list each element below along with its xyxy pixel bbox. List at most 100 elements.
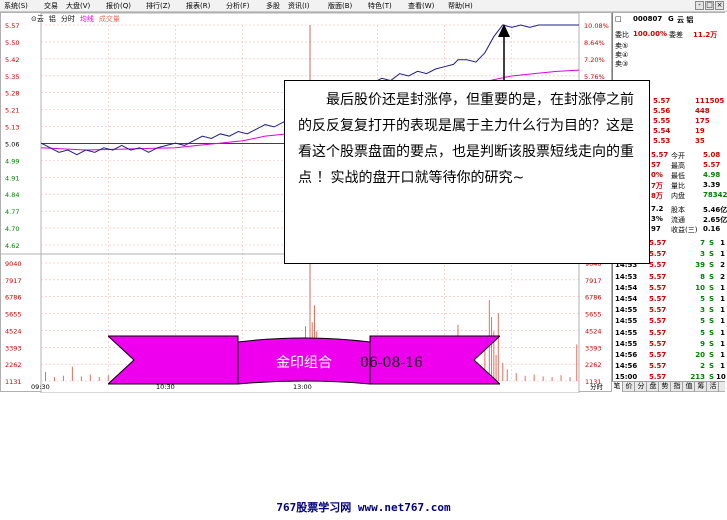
tick-side: S bbox=[709, 317, 715, 326]
tick-row: 14:56 5.57 20 S 1 bbox=[613, 351, 726, 360]
volume-tick-label: 2262 bbox=[5, 361, 22, 369]
tick-count: 1 bbox=[720, 295, 725, 303]
menu-item[interactable]: 查看(W) bbox=[408, 1, 434, 11]
tick-count: 1 bbox=[720, 362, 725, 371]
price-tick-label: 4.70 bbox=[5, 225, 19, 233]
quote-tab[interactable]: 势 bbox=[660, 382, 671, 392]
tick-volume: 9 bbox=[700, 339, 705, 348]
tick-volume: 2 bbox=[700, 362, 705, 371]
tick-side: S bbox=[709, 250, 715, 259]
fund-left: 97 bbox=[651, 225, 661, 233]
quote-tab[interactable]: 筹 bbox=[696, 382, 707, 392]
banner-date: 06-08-16 bbox=[360, 355, 423, 371]
menu-item[interactable]: 大盘(V) bbox=[66, 1, 90, 11]
tick-time: 14:56 bbox=[615, 351, 638, 359]
tick-volume: 5 bbox=[700, 317, 705, 326]
tick-volume: 7 bbox=[700, 239, 705, 247]
menu-item[interactable]: 资讯(I) bbox=[288, 1, 310, 11]
ribbon-left-tail bbox=[108, 335, 239, 385]
tick-row: 14:55 5.57 5 S 1 bbox=[613, 317, 726, 326]
menu-item[interactable]: 系统(S) bbox=[4, 1, 28, 11]
legend-indicator: 均线 bbox=[80, 14, 94, 23]
tick-time: 14:56 bbox=[615, 362, 638, 371]
tick-side: S bbox=[709, 351, 715, 359]
quote-tab[interactable]: 价 bbox=[624, 382, 635, 392]
stat-label: 内盘 bbox=[671, 192, 685, 200]
tick-side: S bbox=[709, 295, 715, 303]
maximize-icon[interactable]: □ bbox=[705, 1, 714, 10]
tick-count: 1 bbox=[720, 250, 725, 259]
tick-count: 1 bbox=[720, 317, 725, 326]
quote-tab[interactable]: 分 bbox=[636, 382, 647, 392]
menu-item[interactable]: 版面(B) bbox=[328, 1, 352, 11]
quote-header: □ 000807 G 云 铝 bbox=[613, 15, 726, 24]
tick-time: 14:53 bbox=[615, 272, 638, 281]
quote-tab[interactable]: 笔 bbox=[612, 382, 623, 392]
tick-count: 2 bbox=[720, 272, 725, 281]
tick-time: 14:54 bbox=[615, 295, 638, 303]
price-tick-label: 5.42 bbox=[5, 56, 19, 64]
menu-bar: 系统(S) 交易 大盘(V) 报价(Q) 排行(Z) 报表(R) 分析(F) 多股 资讯(I) 版… bbox=[0, 0, 727, 12]
menu-item[interactable]: 帮助(H) bbox=[448, 1, 473, 11]
chart-mode-label[interactable]: 分时 bbox=[590, 382, 604, 391]
menu-item[interactable]: 排行(Z) bbox=[146, 1, 170, 11]
tick-side: S bbox=[709, 239, 715, 247]
menu-item[interactable]: 特色(T) bbox=[368, 1, 392, 11]
banner-title: 金印组合 06-08-16 bbox=[238, 344, 486, 384]
tick-price: 5.57 bbox=[649, 295, 667, 303]
price-tick-label: 5.28 bbox=[5, 90, 19, 98]
volume-tick-label-right: 2262 bbox=[585, 361, 602, 369]
volume-tick-label-right: 5655 bbox=[585, 311, 602, 319]
sell-level-label: 卖③ bbox=[615, 60, 629, 68]
fund-label: 收益(三) bbox=[671, 226, 698, 234]
weibi-value: 100.00% bbox=[633, 30, 668, 38]
quote-tab[interactable]: 值 bbox=[684, 382, 695, 392]
tick-volume: 5 bbox=[700, 295, 705, 303]
tick-time: 14:55 bbox=[615, 306, 638, 315]
tick-volume: 10 bbox=[695, 283, 705, 292]
annotation-callout: 最后股价还是封涨停，但重要的是，在封涨停之前的反反复复打开的表现是属于主力什么行… bbox=[284, 80, 650, 264]
price-tick-label: 4.84 bbox=[5, 191, 19, 199]
tick-row: 14:56 5.57 2 S 1 bbox=[613, 362, 726, 371]
tick-price: 5.57 bbox=[649, 283, 667, 292]
stat-value: 5.57 bbox=[703, 161, 721, 169]
tick-price: 5.57 bbox=[649, 317, 667, 326]
tick-price: 5.57 bbox=[649, 261, 667, 270]
tick-row: 14:54 5.57 5 S 1 bbox=[613, 295, 726, 304]
menu-item[interactable]: 报价(Q) bbox=[106, 1, 131, 11]
tick-row: 14:55 5.57 3 S 1 bbox=[613, 306, 726, 315]
book-price: 5.56 bbox=[653, 107, 671, 115]
footer-watermark: 767股票学习网 www.net767.com bbox=[276, 501, 451, 514]
tick-side: S bbox=[709, 306, 715, 315]
stat-label: 量比 bbox=[671, 182, 685, 190]
book-price: 5.54 bbox=[653, 127, 671, 135]
banner-name: 金印组合 bbox=[276, 355, 332, 371]
menu-item[interactable]: 报表(R) bbox=[186, 1, 210, 11]
tick-time: 14:55 bbox=[615, 339, 638, 348]
tick-count: 1 bbox=[720, 306, 725, 315]
tick-count: 1 bbox=[720, 328, 725, 337]
tick-side: S bbox=[709, 283, 715, 292]
tick-count: 1 bbox=[720, 239, 725, 247]
tick-price: 5.57 bbox=[649, 351, 667, 359]
menu-item[interactable]: 多股 bbox=[266, 1, 280, 11]
close-icon[interactable]: × bbox=[715, 1, 724, 10]
stock-name: 云 铝 bbox=[677, 16, 694, 24]
quote-tab[interactable]: 盘 bbox=[648, 382, 659, 392]
legend-name: 铝 bbox=[49, 14, 56, 23]
menu-item[interactable]: 分析(F) bbox=[226, 1, 250, 11]
tick-count: 1 bbox=[720, 351, 725, 359]
volume-tick-label: 4524 bbox=[5, 327, 22, 335]
price-tick-label: 4.77 bbox=[5, 208, 19, 216]
tick-volume: 3 bbox=[700, 306, 705, 315]
tick-volume: 39 bbox=[695, 261, 705, 270]
menu-item[interactable]: 交易 bbox=[44, 1, 58, 11]
book-qty: 19 bbox=[695, 127, 705, 135]
weibi-label: 委比 bbox=[615, 31, 629, 39]
stock-flag: G bbox=[668, 15, 674, 23]
quote-tab[interactable]: 活 bbox=[708, 382, 719, 392]
minimize-icon[interactable]: - bbox=[695, 1, 704, 10]
quote-tab[interactable]: 指 bbox=[672, 382, 683, 392]
stat-left: 57 bbox=[651, 161, 661, 169]
tick-count: 1 bbox=[720, 283, 725, 292]
